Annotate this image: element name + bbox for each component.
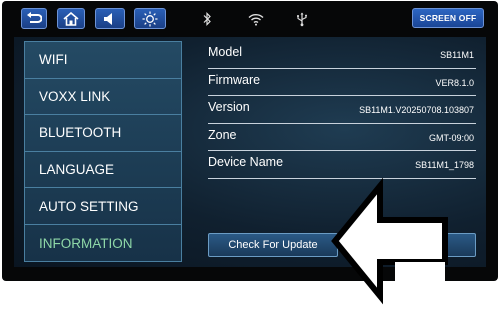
info-label: Firmware [208,72,261,87]
head-unit-bezel: SCREEN OFF WIFI VOXX LINK BLUETOOTH LANG… [2,1,498,281]
home-icon [63,11,79,26]
volume-button[interactable] [95,8,125,29]
sidebar-item-wifi[interactable]: WIFI [25,42,181,79]
back-icon [26,11,42,26]
sidebar-item-voxx-link[interactable]: VOXX LINK [25,79,181,116]
info-value: VER8.1.0 [435,77,474,88]
brightness-icon [141,11,159,27]
settings-sidebar: WIFI VOXX LINK BLUETOOTH LANGUAGE AUTO S… [24,41,182,262]
info-row-zone: Zone GMT-09:00 [208,124,476,151]
screen-off-button[interactable]: SCREEN OFF [412,8,484,28]
brightness-button[interactable] [134,8,166,29]
info-value: GMT-09:00 [428,132,474,143]
device-info-list: Model SB11M1 Firmware VER8.1.0 Version S… [208,41,476,179]
top-bar: SCREEN OFF [2,1,498,35]
info-label: Device Name [208,155,284,169]
info-value: SB11M1 [440,50,474,60]
info-row-version: Version SB11M1.V20250708.103807 [208,96,476,124]
obscured-button[interactable] [424,233,476,257]
check-for-update-button[interactable]: Check For Update [208,233,338,257]
speaker-icon [102,12,118,26]
back-button[interactable] [21,8,47,29]
bluetooth-icon [198,10,216,28]
sidebar-item-auto-setting[interactable]: AUTO SETTING [25,188,181,225]
info-label: Zone [208,127,237,142]
usb-icon [293,10,311,28]
info-row-firmware: Firmware VER8.1.0 [208,69,476,96]
info-value: SB11M1_1798 [415,160,474,170]
info-label: Version [208,100,250,114]
info-value: SB11M1.V20250708.103807 [359,105,474,115]
info-row-model: Model SB11M1 [208,41,476,69]
home-button[interactable] [57,8,85,29]
sidebar-item-information[interactable]: INFORMATION [25,225,181,262]
wifi-icon [247,10,265,28]
sidebar-item-language[interactable]: LANGUAGE [25,152,181,189]
info-label: Model [208,45,243,59]
info-row-device-name: Device Name SB11M1_1798 [208,151,476,179]
sidebar-item-bluetooth[interactable]: BLUETOOTH [25,115,181,152]
settings-screen: WIFI VOXX LINK BLUETOOTH LANGUAGE AUTO S… [14,37,486,267]
